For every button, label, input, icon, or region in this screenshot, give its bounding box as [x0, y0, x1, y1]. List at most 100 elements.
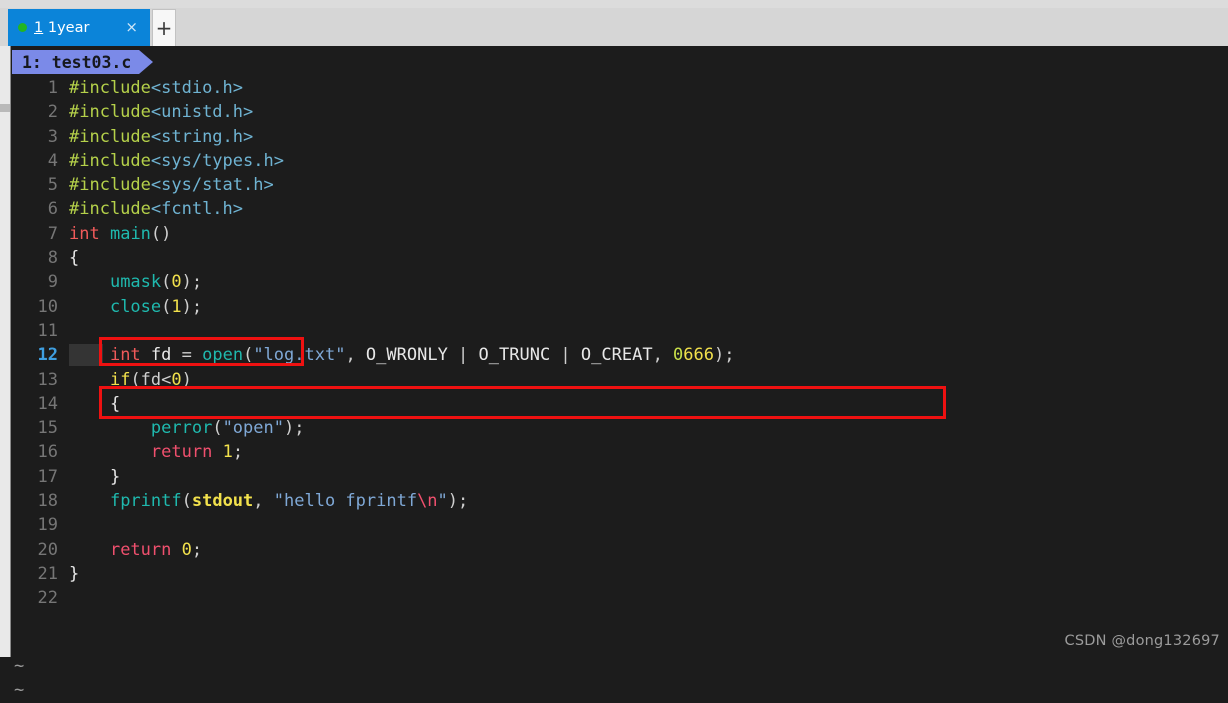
- code-token: <stdio.h>: [150, 78, 244, 98]
- code-token: ;: [191, 539, 203, 560]
- code-line[interactable]: 18 fprintf(stdout, "hello fprintf\n");: [12, 489, 1228, 513]
- code-line-text: if(fd<0): [69, 368, 1228, 392]
- terminal-tab-1year[interactable]: 1 1year ×: [8, 9, 150, 46]
- code-token: fd: [140, 345, 182, 366]
- code-token: #include: [69, 175, 151, 196]
- file-buffer-tab[interactable]: 1: test03.c: [12, 50, 154, 74]
- line-number: 19: [37, 515, 58, 536]
- code-token: stdout: [191, 491, 254, 512]
- code-line[interactable]: 7 int main(): [12, 222, 1228, 246]
- code-line-text: #include<fcntl.h>: [69, 197, 1228, 221]
- code-line[interactable]: 15 perror("open");: [12, 416, 1228, 440]
- code-token: ): [181, 369, 192, 390]
- code-line[interactable]: 21}: [12, 562, 1228, 586]
- line-number: 2: [47, 102, 58, 123]
- line-number: 1: [47, 78, 58, 98]
- code-token: );: [447, 491, 469, 512]
- code-line-text: fprintf(stdout, "hello fprintf\n");: [69, 489, 1228, 513]
- code-token: =: [181, 345, 203, 366]
- code-line[interactable]: 6 #include<fcntl.h>: [12, 197, 1228, 221]
- code-line-text: #include<stdio.h>: [69, 76, 1228, 100]
- code-token: open: [202, 345, 244, 366]
- code-line-text: perror("open");: [69, 416, 1228, 440]
- code-token: (: [161, 272, 172, 293]
- file-buffer-tab-label: 1: test03.c: [12, 50, 140, 74]
- code-line[interactable]: 9 umask(0);: [12, 270, 1228, 294]
- code-token: perror: [150, 418, 213, 439]
- code-token: (): [150, 223, 172, 244]
- code-line[interactable]: 16 return 1;: [12, 440, 1228, 464]
- code-line[interactable]: 3 #include<string.h>: [12, 125, 1228, 149]
- code-line[interactable]: 11: [12, 319, 1228, 343]
- code-line[interactable]: 8{: [12, 246, 1228, 270]
- code-token: #include: [69, 102, 151, 123]
- code-token: O_CREAT: [580, 345, 653, 366]
- code-line[interactable]: 22: [12, 586, 1228, 610]
- code-line[interactable]: 19: [12, 513, 1228, 537]
- new-tab-button[interactable]: +: [152, 9, 176, 46]
- code-line[interactable]: 5 #include<sys/stat.h>: [12, 173, 1228, 197]
- code-line[interactable]: 2 #include<unistd.h>: [12, 100, 1228, 124]
- code-line[interactable]: 12 int fd = open("log.txt", O_WRONLY | O…: [12, 343, 1228, 367]
- code-line-text: #include<sys/types.h>: [69, 149, 1228, 173]
- code-line[interactable]: 4 #include<sys/types.h>: [12, 149, 1228, 173]
- code-token: 666: [683, 345, 715, 366]
- line-number: 22: [37, 588, 58, 609]
- code-token: 0: [181, 539, 192, 560]
- code-token: }: [109, 466, 121, 487]
- code-token: "hello fprintf: [273, 491, 418, 512]
- code-token: <sys/stat.h>: [150, 175, 274, 196]
- scrollbar-thumb[interactable]: [0, 104, 10, 112]
- code-token: <fcntl.h>: [150, 199, 244, 220]
- code-token: (: [212, 418, 223, 439]
- code-line[interactable]: 10 close(1);: [12, 295, 1228, 319]
- tab-index: 1: [34, 19, 44, 36]
- line-number: 6: [47, 199, 58, 220]
- code-line-text: close(1);: [69, 295, 1228, 319]
- line-number: 10: [37, 296, 58, 317]
- code-line-text: #include<unistd.h>: [69, 100, 1228, 124]
- line-number: 16: [37, 442, 58, 463]
- code-line[interactable]: 13 if(fd<0): [12, 368, 1228, 392]
- code-token: (: [243, 345, 254, 366]
- watermark: CSDN @dong132697: [1064, 633, 1220, 649]
- code-line[interactable]: 17 }: [12, 465, 1228, 489]
- code-token: 0: [171, 272, 182, 293]
- code-token: fprintf: [109, 491, 182, 512]
- code-token: return: [150, 442, 213, 463]
- code-token: );: [283, 418, 305, 439]
- code-token: 0: [673, 345, 684, 366]
- cursor-block: [69, 344, 103, 367]
- empty-line-marker: ~: [14, 680, 25, 701]
- code-editor: 1: test03.c 1 #include<stdio.h> 2 #include<…: [0, 46, 1228, 700]
- line-number: 5: [47, 175, 58, 196]
- code-line-text: #include<string.h>: [69, 125, 1228, 149]
- code-token: {: [109, 393, 121, 414]
- code-line[interactable]: 1 #include<stdio.h>: [12, 76, 1228, 100]
- code-token: (: [161, 296, 172, 317]
- tab-title: 1year: [43, 19, 90, 36]
- code-line-text: return 1;: [69, 440, 1228, 464]
- code-line[interactable]: 20 return 0;: [12, 538, 1228, 562]
- empty-line-markers: ~ ~: [12, 654, 412, 703]
- line-number: 20: [37, 539, 58, 560]
- code-token: 0: [171, 369, 182, 390]
- line-number: 4: [47, 150, 58, 171]
- line-number: 18: [37, 491, 58, 512]
- close-icon[interactable]: ×: [121, 18, 142, 37]
- tab-bar-top-strip: [0, 0, 1228, 8]
- editor-scrollbar[interactable]: [0, 46, 11, 657]
- code-line[interactable]: 14 {: [12, 392, 1228, 416]
- code-token: ,: [253, 491, 274, 512]
- code-token: (fd<: [130, 369, 172, 390]
- code-lines[interactable]: 1 #include<stdio.h> 2 #include<unistd.h> 3 #i…: [12, 76, 1228, 611]
- code-token: {: [69, 248, 80, 269]
- code-line-text: int fd = open("log.txt", O_WRONLY | O_TR…: [69, 343, 1228, 367]
- code-token: 1: [171, 296, 182, 317]
- code-token: ": [437, 491, 448, 512]
